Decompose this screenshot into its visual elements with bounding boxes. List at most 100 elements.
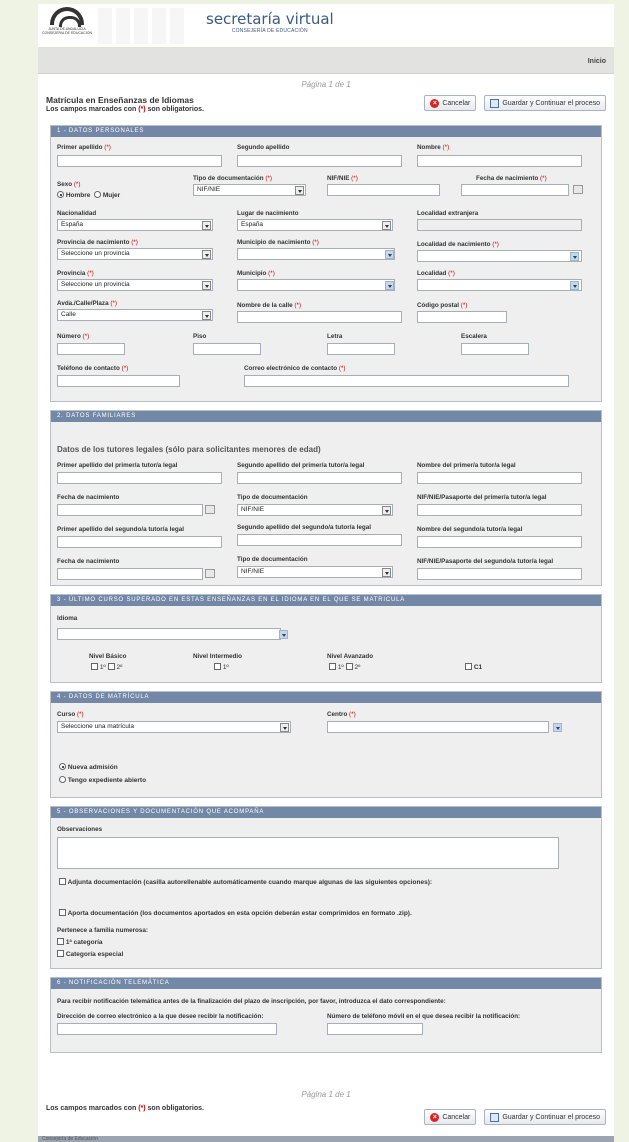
localidad-extranjera-input	[417, 219, 582, 231]
calendar-icon[interactable]	[205, 505, 215, 514]
ape2-tutor2-input[interactable]	[237, 534, 402, 546]
fecha-nacimiento-input[interactable]	[461, 184, 569, 196]
basico-2-checkbox[interactable]	[107, 663, 115, 670]
cancel-button[interactable]: × Cancelar	[424, 95, 477, 111]
categoria1-option[interactable]: 1ª categoría	[57, 938, 103, 946]
dropdown-arrow-icon	[382, 568, 391, 577]
label-nom-t1: Nombre del primer/a tutor/a legal	[417, 462, 516, 469]
municipio-input[interactable]	[237, 279, 395, 291]
c1-checkbox[interactable]	[465, 663, 472, 670]
piso-input[interactable]	[193, 343, 261, 355]
aporta-option[interactable]: Aporta documentación (los documentos apo…	[59, 909, 412, 917]
dropdown-arrow-icon[interactable]	[279, 630, 288, 639]
nueva-admision-option[interactable]: Nueva admisión	[59, 763, 118, 771]
lugar-nacimiento-select[interactable]: España	[237, 219, 393, 231]
numero-input[interactable]	[57, 343, 125, 355]
doc-tutor2-input[interactable]	[417, 568, 582, 580]
tipo-doc-tutor1-select[interactable]: NIF/NIE	[237, 504, 393, 516]
nombre-tutor2-input[interactable]	[417, 536, 582, 548]
dropdown-arrow-icon[interactable]	[385, 281, 394, 290]
ape1-tutor2-input[interactable]	[57, 536, 222, 548]
fecha-tutor1-input[interactable]	[57, 504, 203, 516]
nombre-input[interactable]	[417, 155, 582, 167]
via-select[interactable]: Calle	[57, 309, 213, 321]
label-primer-apellido: Primer apellido (*)	[57, 144, 111, 151]
avanzado-1-checkbox[interactable]	[329, 663, 336, 670]
categoria-especial-option[interactable]: Categoría especial	[57, 950, 123, 958]
expediente-abierto-option[interactable]: Tengo expediente abierto	[59, 776, 146, 784]
form-header: Matrícula en Enseñanzas de Idiomas Los c…	[38, 89, 614, 125]
nombre-calle-input[interactable]	[237, 311, 402, 323]
brand-subtitle: CONSEJERÍA DE EDUCACIÓN	[231, 28, 308, 34]
ape1-tutor1-input[interactable]	[57, 472, 222, 484]
nacionalidad-select[interactable]: España	[57, 219, 213, 231]
centro-input[interactable]	[327, 721, 549, 733]
mujer-radio[interactable]	[94, 191, 101, 198]
observaciones-textarea[interactable]	[57, 837, 559, 869]
dropdown-arrow-icon[interactable]	[553, 723, 562, 732]
avanzado-2-checkbox[interactable]	[345, 663, 353, 670]
label-provincia-nacimiento: Provincia de nacimiento (*)	[57, 239, 138, 246]
movil-notif-input[interactable]	[327, 1023, 423, 1035]
dropdown-arrow-icon	[202, 281, 211, 290]
categoria1-checkbox[interactable]	[57, 938, 64, 945]
dropdown-arrow-icon[interactable]	[385, 250, 394, 259]
label-doc-t2: NIF/NIE/Pasaporte del segundo/a tutor/a …	[417, 558, 554, 565]
basico-1-checkbox[interactable]	[91, 663, 98, 670]
page-indicator-bottom: Página 1 de 1	[301, 1090, 351, 1099]
doc-tutor1-input[interactable]	[417, 504, 582, 516]
dropdown-arrow-icon	[382, 221, 391, 230]
municipio-nacimiento-input[interactable]	[237, 248, 395, 260]
nueva-admision-radio[interactable]	[59, 763, 66, 770]
letra-input[interactable]	[327, 343, 395, 355]
intermedio-1-checkbox[interactable]	[214, 663, 221, 670]
segundo-apellido-input[interactable]	[237, 155, 402, 167]
cancel-button[interactable]: × Cancelar	[424, 1109, 477, 1125]
save-continue-button[interactable]: Guardar y Continuar el proceso	[484, 1109, 606, 1125]
label-via: Avda./Calle/Plaza (*)	[57, 300, 117, 307]
label-fecha2: Fecha de nacimiento	[57, 558, 120, 565]
dropdown-arrow-icon[interactable]	[570, 252, 579, 261]
hombre-radio[interactable]	[57, 191, 64, 198]
section-title: 2. DATOS FAMILIARES	[51, 411, 601, 422]
codigo-postal-input[interactable]	[417, 311, 507, 323]
provincia-select[interactable]: Seleccione un provincia	[57, 279, 213, 291]
label-localidad-extranjera: Localidad extranjera	[417, 210, 479, 217]
aporta-checkbox[interactable]	[59, 909, 66, 916]
idioma-input[interactable]	[57, 628, 281, 640]
tipo-doc-tutor2-select[interactable]: NIF/NIE	[237, 566, 393, 578]
primer-apellido-input[interactable]	[57, 155, 222, 167]
save-continue-button[interactable]: Guardar y Continuar el proceso	[484, 95, 606, 111]
save-icon	[490, 1112, 500, 1122]
escalera-input[interactable]	[461, 343, 529, 355]
label-municipio-nacimiento: Municipio de nacimiento (*)	[237, 239, 319, 246]
consejeria-label: Consejería de Educación	[42, 1136, 98, 1142]
footer: Página 1 de 1 Los campos marcados con (*…	[38, 1072, 614, 1129]
fecha-tutor2-input[interactable]	[57, 568, 203, 580]
localidad-input[interactable]	[417, 279, 582, 291]
label-lugar-nacimiento: Lugar de nacimiento	[237, 210, 299, 217]
section-enrollment: 4 - DATOS DE MATRÍCULA Curso (*) Selecci…	[50, 691, 602, 798]
correo-input[interactable]	[244, 375, 569, 387]
ape2-tutor1-input[interactable]	[237, 472, 402, 484]
inicio-link[interactable]: Inicio	[588, 58, 606, 65]
label-nombre: Nombre (*)	[417, 144, 450, 151]
label-numero: Número (*)	[57, 333, 90, 340]
nombre-tutor1-input[interactable]	[417, 472, 582, 484]
telefono-input[interactable]	[57, 375, 180, 387]
categoria-especial-checkbox[interactable]	[57, 950, 64, 957]
nif-nie-input[interactable]	[327, 184, 440, 196]
dropdown-arrow-icon[interactable]	[570, 281, 579, 290]
adjunta-option[interactable]: Adjunta documentación (casilla autorelle…	[59, 878, 432, 886]
section-personal-data: 1 - DATOS PERSONALES Primer apellido (*)…	[50, 125, 602, 402]
tipo-documentacion-select[interactable]: NIF/NIE	[193, 184, 306, 196]
localidad-nacimiento-input[interactable]	[417, 250, 582, 262]
calendar-icon[interactable]	[573, 185, 583, 194]
section-observations: 5 - OBSERVACIONES Y DOCUMENTACIÓN QUE AC…	[50, 806, 602, 969]
email-notif-input[interactable]	[57, 1023, 277, 1035]
provincia-nacimiento-select[interactable]: Seleccione un provincia	[57, 248, 213, 260]
expediente-abierto-radio[interactable]	[59, 776, 66, 783]
adjunta-checkbox[interactable]	[59, 878, 66, 885]
calendar-icon[interactable]	[205, 569, 215, 578]
curso-select[interactable]: Seleccione una matrícula	[57, 721, 291, 733]
